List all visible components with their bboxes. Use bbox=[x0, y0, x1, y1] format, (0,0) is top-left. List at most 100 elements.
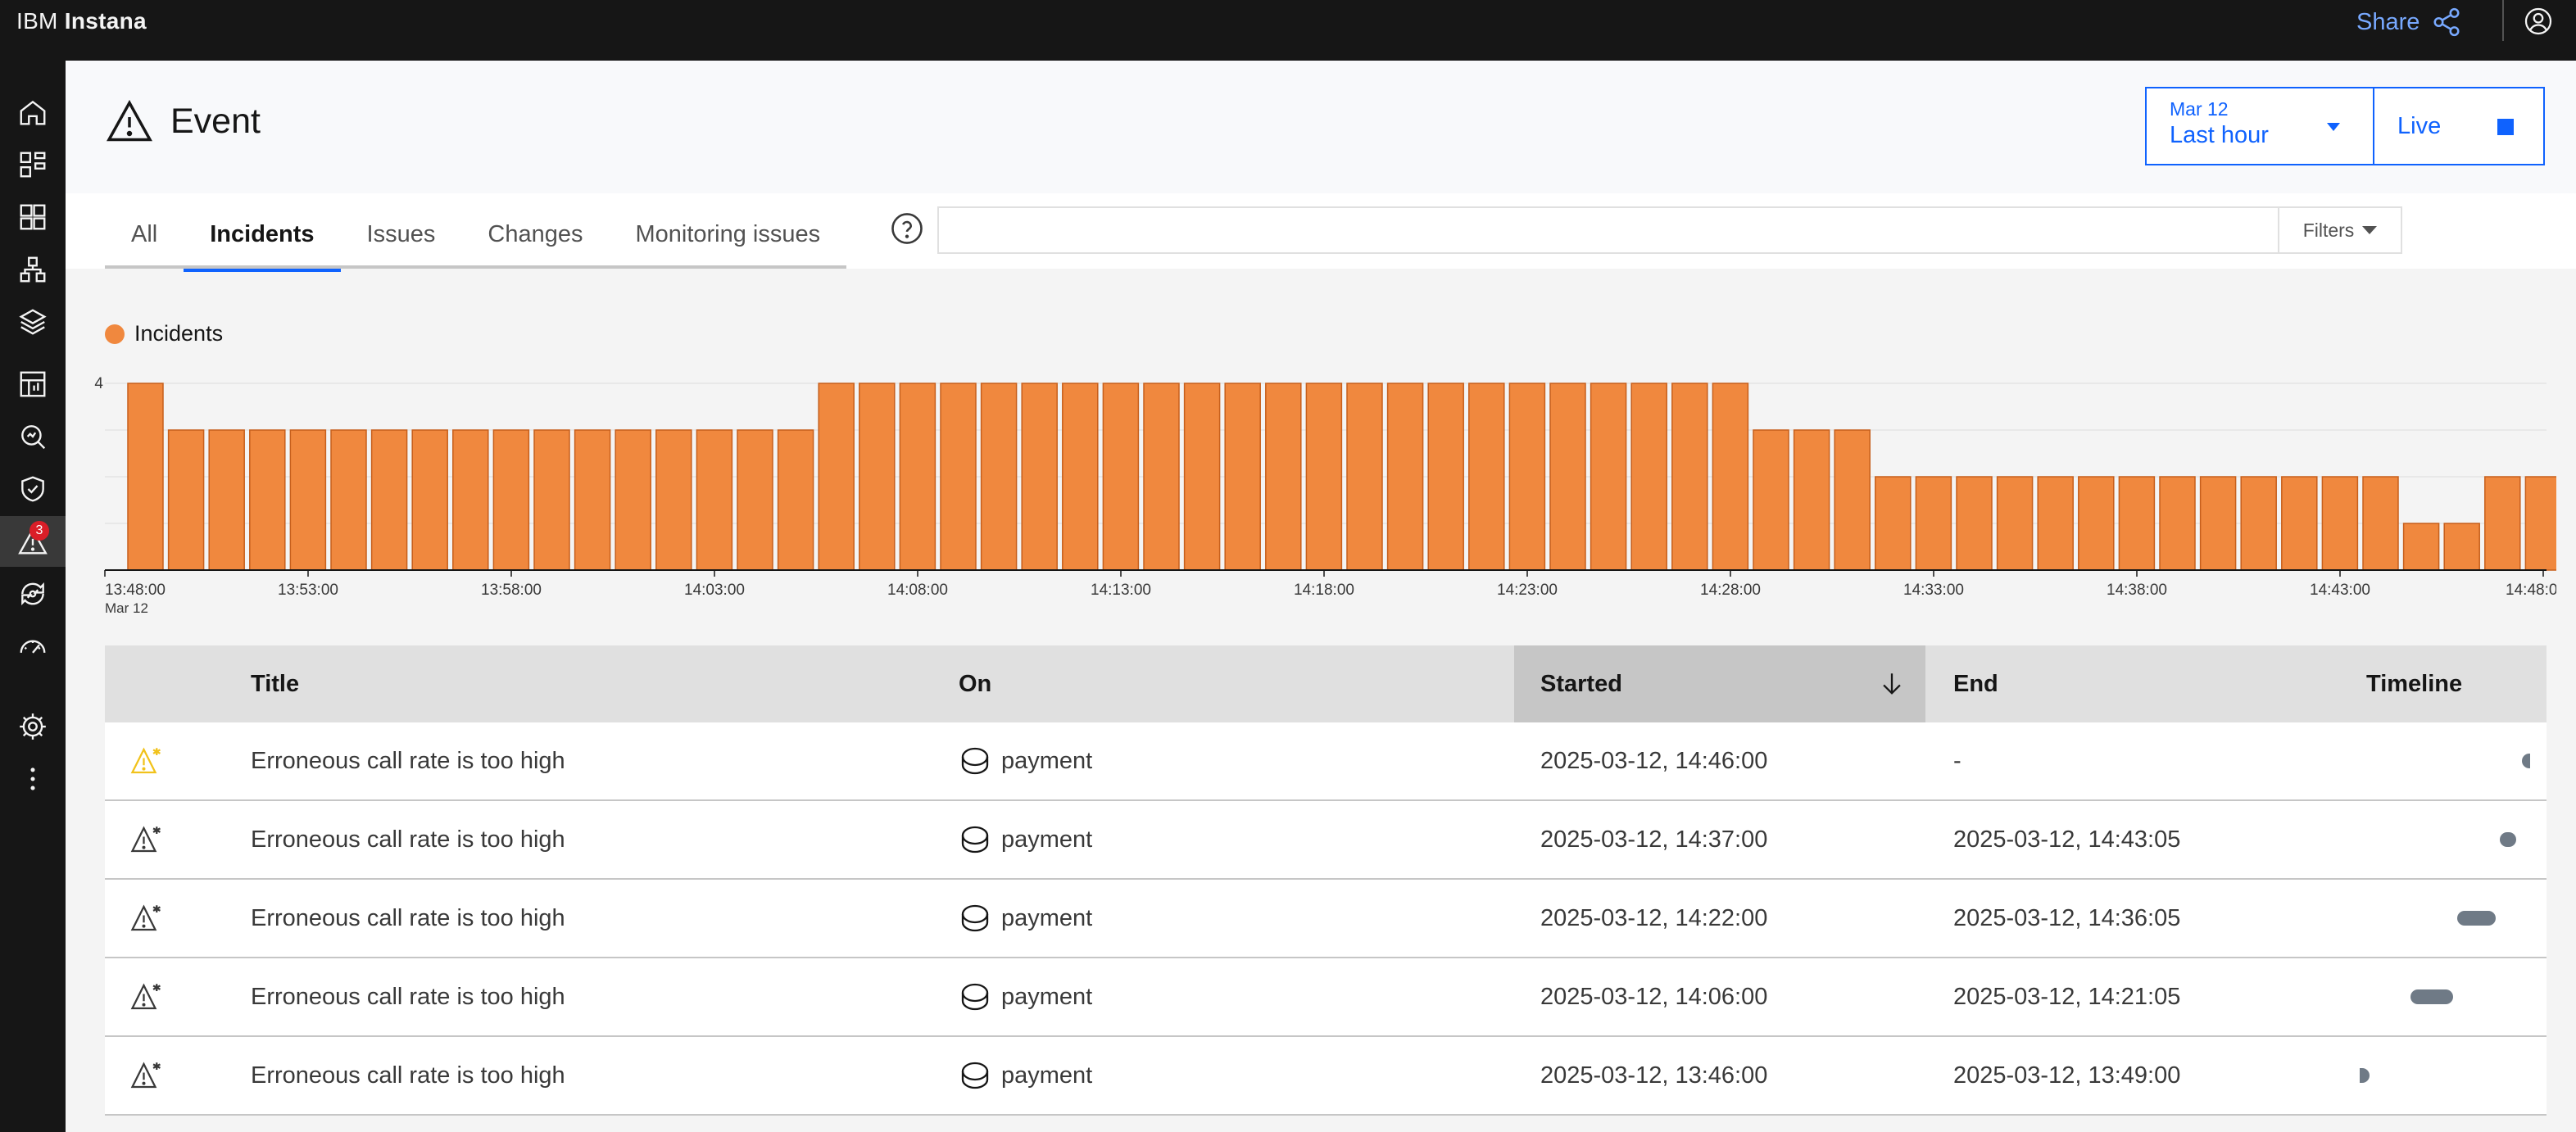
chart-bar[interactable] bbox=[1508, 383, 1546, 571]
chart-bar[interactable] bbox=[2443, 523, 2480, 571]
chart-bar[interactable] bbox=[208, 429, 245, 571]
event-entity[interactable]: payment bbox=[959, 880, 1092, 957]
chart-bar[interactable] bbox=[289, 429, 327, 571]
chart-bar[interactable] bbox=[615, 429, 651, 571]
chart-bar[interactable] bbox=[2402, 523, 2440, 571]
tab-monitoring-issues[interactable]: Monitoring issues bbox=[609, 193, 846, 269]
event-title[interactable]: Erroneous call rate is too high bbox=[251, 722, 565, 799]
chart-bar[interactable] bbox=[1346, 383, 1383, 571]
chart-bar[interactable] bbox=[859, 383, 896, 571]
event-entity[interactable]: payment bbox=[959, 801, 1092, 878]
filters-button[interactable]: Filters bbox=[2278, 206, 2402, 254]
chart-bar[interactable] bbox=[1590, 383, 1627, 571]
help-icon[interactable] bbox=[890, 211, 924, 246]
nav-analytics[interactable] bbox=[0, 359, 66, 410]
table-row[interactable]: Erroneous call rate is too high payment 20… bbox=[105, 801, 2547, 880]
event-entity[interactable]: payment bbox=[959, 1037, 1092, 1114]
chart-bar[interactable] bbox=[330, 429, 367, 571]
chart-bar[interactable] bbox=[370, 429, 408, 571]
column-header-title[interactable]: Title bbox=[251, 645, 299, 722]
share-button[interactable]: Share bbox=[2356, 7, 2462, 38]
table-row[interactable]: Erroneous call rate is too high payment 20… bbox=[105, 722, 2547, 801]
chart-bar[interactable] bbox=[1062, 383, 1099, 571]
chart-bar[interactable] bbox=[1915, 476, 1952, 571]
table-row[interactable]: Erroneous call rate is too high payment 20… bbox=[105, 1037, 2547, 1116]
nav-performance[interactable] bbox=[0, 621, 66, 672]
chart-bar[interactable] bbox=[980, 383, 1018, 571]
chart-bar[interactable] bbox=[737, 429, 773, 571]
table-row[interactable]: Erroneous call rate is too high payment 20… bbox=[105, 880, 2547, 958]
tab-all[interactable]: All bbox=[105, 193, 184, 269]
brand-logo[interactable]: IBM Instana bbox=[16, 8, 147, 34]
chart-bar[interactable] bbox=[2078, 476, 2115, 571]
chart-bar[interactable] bbox=[1671, 383, 1708, 571]
column-header-on[interactable]: On bbox=[959, 645, 991, 722]
event-entity[interactable]: payment bbox=[959, 722, 1092, 799]
nav-applications[interactable] bbox=[0, 139, 66, 190]
column-header-end[interactable]: End bbox=[1953, 645, 1998, 722]
chart-bar[interactable] bbox=[777, 429, 814, 571]
chart-bar[interactable] bbox=[1265, 383, 1302, 571]
chart-bar[interactable] bbox=[1143, 383, 1180, 571]
chart-bar[interactable] bbox=[492, 429, 530, 571]
chart-bar[interactable] bbox=[655, 429, 692, 571]
nav-automation[interactable] bbox=[0, 568, 66, 619]
chart-bar[interactable] bbox=[696, 429, 733, 571]
chart-bar[interactable] bbox=[1021, 383, 1058, 571]
event-title[interactable]: Erroneous call rate is too high bbox=[251, 801, 565, 878]
event-title[interactable]: Erroneous call rate is too high bbox=[251, 1037, 565, 1114]
chart-bar[interactable] bbox=[1956, 476, 1993, 571]
chart-bar[interactable] bbox=[2524, 476, 2556, 571]
chart-bar[interactable] bbox=[452, 429, 489, 571]
chart-bar[interactable] bbox=[2362, 476, 2399, 571]
nav-search[interactable] bbox=[0, 411, 66, 462]
user-avatar-icon[interactable] bbox=[2524, 7, 2553, 36]
chart-bar[interactable] bbox=[2281, 476, 2318, 571]
chart-bar[interactable] bbox=[1427, 383, 1464, 571]
nav-stack[interactable] bbox=[0, 297, 66, 347]
event-search-input[interactable] bbox=[937, 206, 2281, 254]
chart-bar[interactable] bbox=[167, 429, 205, 571]
chart-bar[interactable] bbox=[249, 429, 286, 571]
tab-issues[interactable]: Issues bbox=[341, 193, 462, 269]
chart-bar[interactable] bbox=[2118, 476, 2156, 571]
nav-platforms[interactable] bbox=[0, 244, 66, 295]
chart-bar[interactable] bbox=[1793, 429, 1830, 571]
chart-bar[interactable] bbox=[1183, 383, 1221, 571]
chart-bar[interactable] bbox=[2240, 476, 2277, 571]
chart-bar[interactable] bbox=[1712, 383, 1749, 571]
chart-bar[interactable] bbox=[2199, 476, 2237, 571]
chart-bar[interactable] bbox=[899, 383, 937, 571]
event-entity[interactable]: payment bbox=[959, 958, 1092, 1035]
live-toggle-button[interactable]: Live bbox=[2373, 87, 2545, 165]
nav-infrastructure[interactable] bbox=[0, 192, 66, 242]
chart-bar[interactable] bbox=[574, 429, 611, 571]
chart-bar[interactable] bbox=[1875, 476, 1912, 571]
chart-bar[interactable] bbox=[1386, 383, 1424, 571]
table-row[interactable]: Erroneous call rate is too high payment 20… bbox=[105, 958, 2547, 1037]
chart-bar[interactable] bbox=[411, 429, 448, 571]
chart-bar[interactable] bbox=[2159, 476, 2196, 571]
event-title[interactable]: Erroneous call rate is too high bbox=[251, 880, 565, 957]
chart-bar[interactable] bbox=[940, 383, 977, 571]
chart-bar[interactable] bbox=[1630, 383, 1667, 571]
nav-events[interactable]: 3 bbox=[0, 516, 66, 567]
time-range-picker[interactable]: Mar 12 Last hour bbox=[2145, 87, 2374, 165]
tab-incidents[interactable]: Incidents bbox=[184, 193, 341, 272]
event-title[interactable]: Erroneous call rate is too high bbox=[251, 958, 565, 1035]
nav-home[interactable] bbox=[0, 87, 66, 138]
chart-bar[interactable] bbox=[127, 383, 164, 571]
nav-more[interactable] bbox=[0, 754, 66, 804]
chart-bar[interactable] bbox=[1996, 476, 2034, 571]
chart-bar[interactable] bbox=[1549, 383, 1586, 571]
chart-bar[interactable] bbox=[2484, 476, 2521, 571]
column-header-started[interactable]: Started bbox=[1514, 645, 1925, 722]
tab-changes[interactable]: Changes bbox=[461, 193, 609, 269]
chart-bar[interactable] bbox=[1305, 383, 1343, 571]
chart-bar[interactable] bbox=[1753, 429, 1789, 571]
chart-bar[interactable] bbox=[1834, 429, 1871, 571]
chart-bar[interactable] bbox=[818, 383, 855, 571]
chart-bar[interactable] bbox=[1224, 383, 1261, 571]
nav-settings[interactable] bbox=[0, 701, 66, 752]
chart-bar[interactable] bbox=[533, 429, 570, 571]
